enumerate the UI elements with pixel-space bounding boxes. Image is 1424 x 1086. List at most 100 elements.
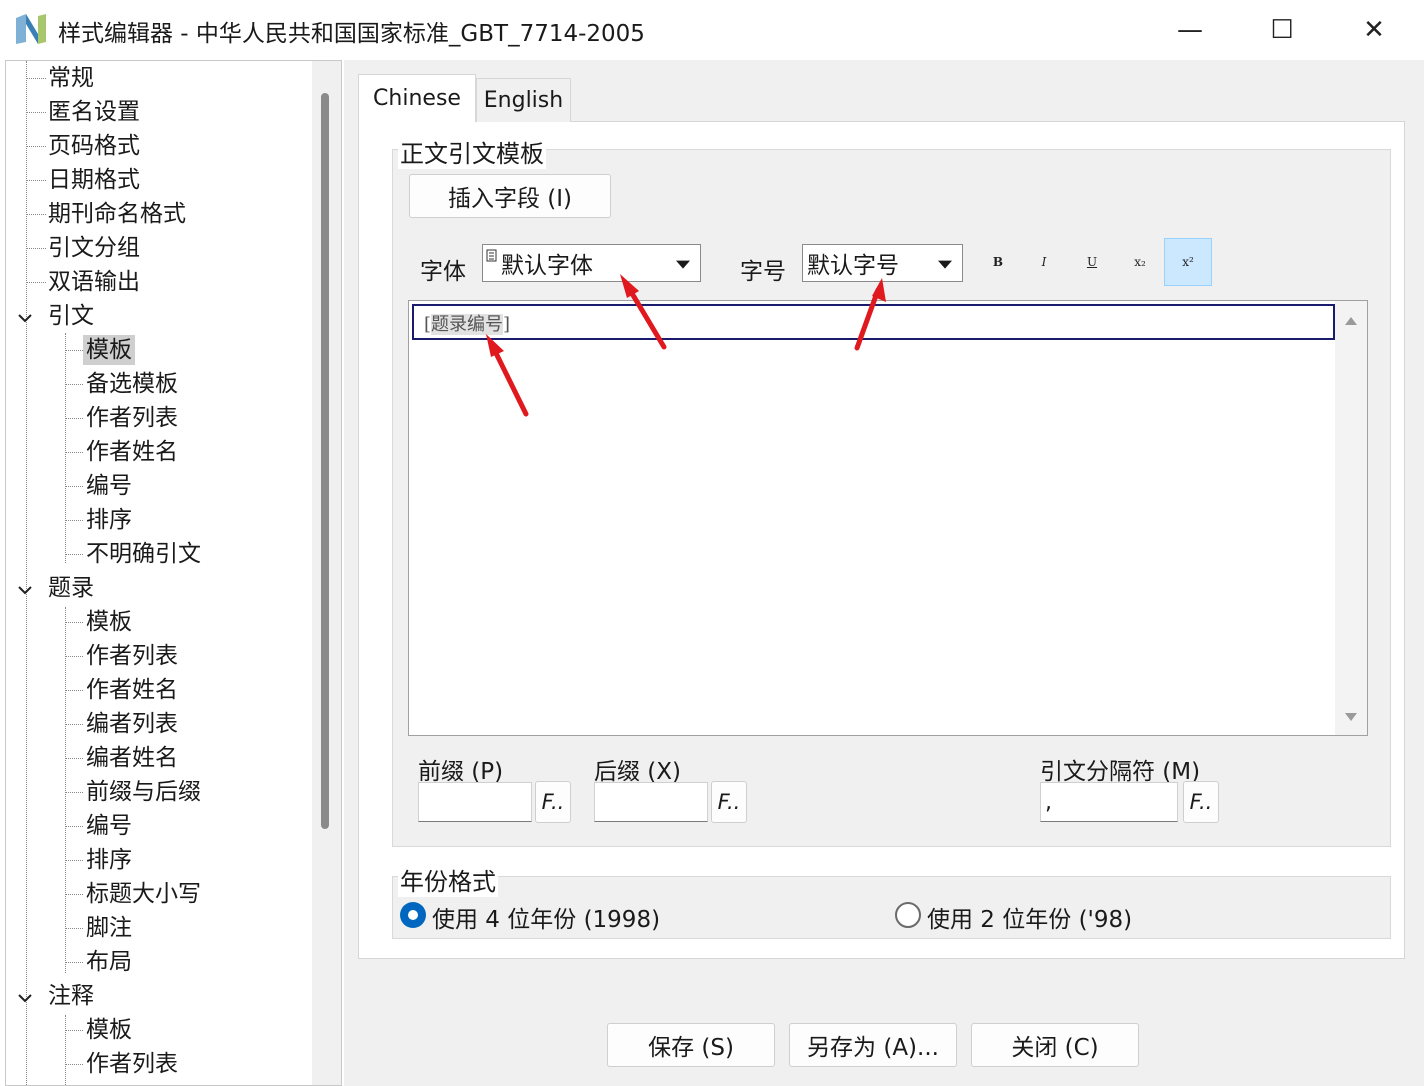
insert-field-button[interactable]: 插入字段 (I) [409,174,611,218]
citation-template-group-title: 正文引文模板 [398,134,546,169]
prefix-label: 前缀 (P) [418,759,504,785]
tree-item-bibliography-author-name[interactable]: 作者姓名 [86,675,178,705]
tree-branch [65,350,83,351]
window-title: 样式编辑器 - 中华人民共和国国家标准_GBT_7714-2005 [58,21,645,47]
tree-item-citations-numbering[interactable]: 编号 [86,471,132,501]
year-2-label[interactable]: 使用 2 位年份 ('98) [927,900,1132,934]
tree-item-page-format[interactable]: 页码格式 [48,131,140,161]
tree-item-citations-ambiguous-templates[interactable]: 备选模板 [86,369,178,399]
template-editor[interactable]: [题录编号] [408,300,1368,736]
underline-button[interactable]: U [1068,238,1116,286]
dropdown-arrow-icon [676,260,690,269]
open-bracket: [ [424,314,432,335]
title-bar: 样式编辑器 - 中华人民共和国国家标准_GBT_7714-2005 — ☐ ✕ [0,0,1424,60]
tree-branch [26,146,46,147]
tree-item-bibliography-author-lists[interactable]: 作者列表 [86,641,178,671]
tree-branch [26,78,46,79]
tree-item-date-format[interactable]: 日期格式 [48,165,140,195]
tree-item-footnotes-author-lists[interactable]: 作者列表 [86,1049,178,1079]
size-label: 字号 [740,259,786,285]
tree-branch [26,214,46,215]
superscript-button[interactable]: x² [1164,238,1212,286]
bold-button[interactable]: B [974,238,1022,286]
close-button[interactable]: 关闭 (C) [971,1023,1139,1067]
tree-branch [26,248,46,249]
tree-item-bibliography-editor-lists[interactable]: 编者列表 [86,709,178,739]
editor-scrollbar[interactable] [1335,301,1367,735]
tree-item-bibliography-layout[interactable]: 布局 [86,947,132,977]
tree-item-journal-names[interactable]: 期刊命名格式 [48,199,186,229]
chevron-down-icon[interactable] [16,991,34,1005]
tree-item-bibliography-footnotes[interactable]: 脚注 [86,913,132,943]
tab-english[interactable]: English [476,78,571,122]
prefix-format-button[interactable]: F.. [535,781,571,823]
separator-format-button[interactable]: F.. [1183,781,1219,823]
italic-button[interactable]: I [1020,238,1068,286]
field-token[interactable]: 题录编号 [431,314,504,335]
year-2-radio[interactable] [895,902,921,928]
suffix-input[interactable] [594,782,708,822]
tree-item-citations-sort[interactable]: 排序 [86,505,132,535]
font-select[interactable]: 默认字体 [482,244,701,282]
tree-item-citations-ambiguous[interactable]: 不明确引文 [86,539,201,569]
chevron-down-icon[interactable] [16,583,34,597]
scroll-up-icon[interactable] [1345,317,1357,325]
tree-branch [65,894,83,895]
tree-branch [65,418,83,419]
settings-tree: 常规 匿名设置 页码格式 日期格式 期刊命名格式 引文分组 双语输出 引文 模板… [5,60,342,1086]
tree-item-bilingual-output[interactable]: 双语输出 [48,267,140,297]
tree-branch [26,180,46,181]
tree-item-bibliography[interactable]: 题录 [48,573,94,603]
tree-branch [65,860,83,861]
tree-branch [65,792,83,793]
tree-item-bibliography-editor-name[interactable]: 编者姓名 [86,743,178,773]
tree-item-citations-templates[interactable]: 模板 [83,335,135,365]
scroll-down-icon[interactable] [1345,713,1357,721]
save-button[interactable]: 保存 (S) [607,1023,775,1067]
suffix-format-button[interactable]: F.. [711,781,747,823]
size-select[interactable]: 默认字号 [802,244,963,282]
tree-guide-line [65,1015,66,1085]
tree-item-citation-grouping[interactable]: 引文分组 [48,233,140,263]
tree-guide-line [65,333,66,563]
chevron-down-icon[interactable] [16,311,34,325]
save-as-button[interactable]: 另存为 (A)... [789,1023,957,1067]
template-editor-line[interactable]: [题录编号] [412,304,1335,340]
tab-chinese[interactable]: Chinese [358,74,476,122]
tree-item-footnotes-templates[interactable]: 模板 [86,1015,132,1045]
subscript-button[interactable]: x₂ [1116,238,1164,286]
tree-item-bibliography-templates[interactable]: 模板 [86,607,132,637]
year-format-group-title: 年份格式 [398,862,498,897]
separator-input[interactable]: , [1040,782,1178,822]
tree-branch [65,928,83,929]
suffix-label: 后缀 (X) [594,759,682,785]
font-label: 字体 [420,259,466,285]
year-4-label[interactable]: 使用 4 位年份 (1998) [432,900,660,934]
close-window-button[interactable]: ✕ [1328,0,1420,60]
tree-item-bibliography-title-case[interactable]: 标题大小写 [86,879,201,909]
tree-branch [65,1064,83,1065]
tree-branch [65,962,83,963]
separator-label: 引文分隔符 (M) [1040,759,1201,785]
tree-item-anonymous[interactable]: 匿名设置 [48,97,140,127]
tree-item-citations-author-lists[interactable]: 作者列表 [86,403,178,433]
tree-item-citations[interactable]: 引文 [48,301,94,331]
tree-scrollbar-thumb[interactable] [321,93,329,829]
prefix-input[interactable] [418,782,532,822]
tree-branch [26,282,46,283]
tree-branch [65,758,83,759]
maximize-button[interactable]: ☐ [1236,0,1328,60]
tree-item-footnotes[interactable]: 注释 [48,981,94,1011]
tree-item-general[interactable]: 常规 [48,63,94,93]
tree-item-bibliography-numbering[interactable]: 编号 [86,811,132,841]
year-4-radio[interactable] [400,902,426,928]
tree-item-bibliography-prefix-suffix[interactable]: 前缀与后缀 [86,777,201,807]
minimize-button[interactable]: — [1144,0,1236,60]
template-editor-content: [题录编号] [424,310,510,336]
tree-branch [65,622,83,623]
tree-branch [65,656,83,657]
tree-item-bibliography-sort[interactable]: 排序 [86,845,132,875]
size-select-value: 默认字号 [807,253,899,279]
tree-item-citations-author-name[interactable]: 作者姓名 [86,437,178,467]
tree-branch [26,112,46,113]
